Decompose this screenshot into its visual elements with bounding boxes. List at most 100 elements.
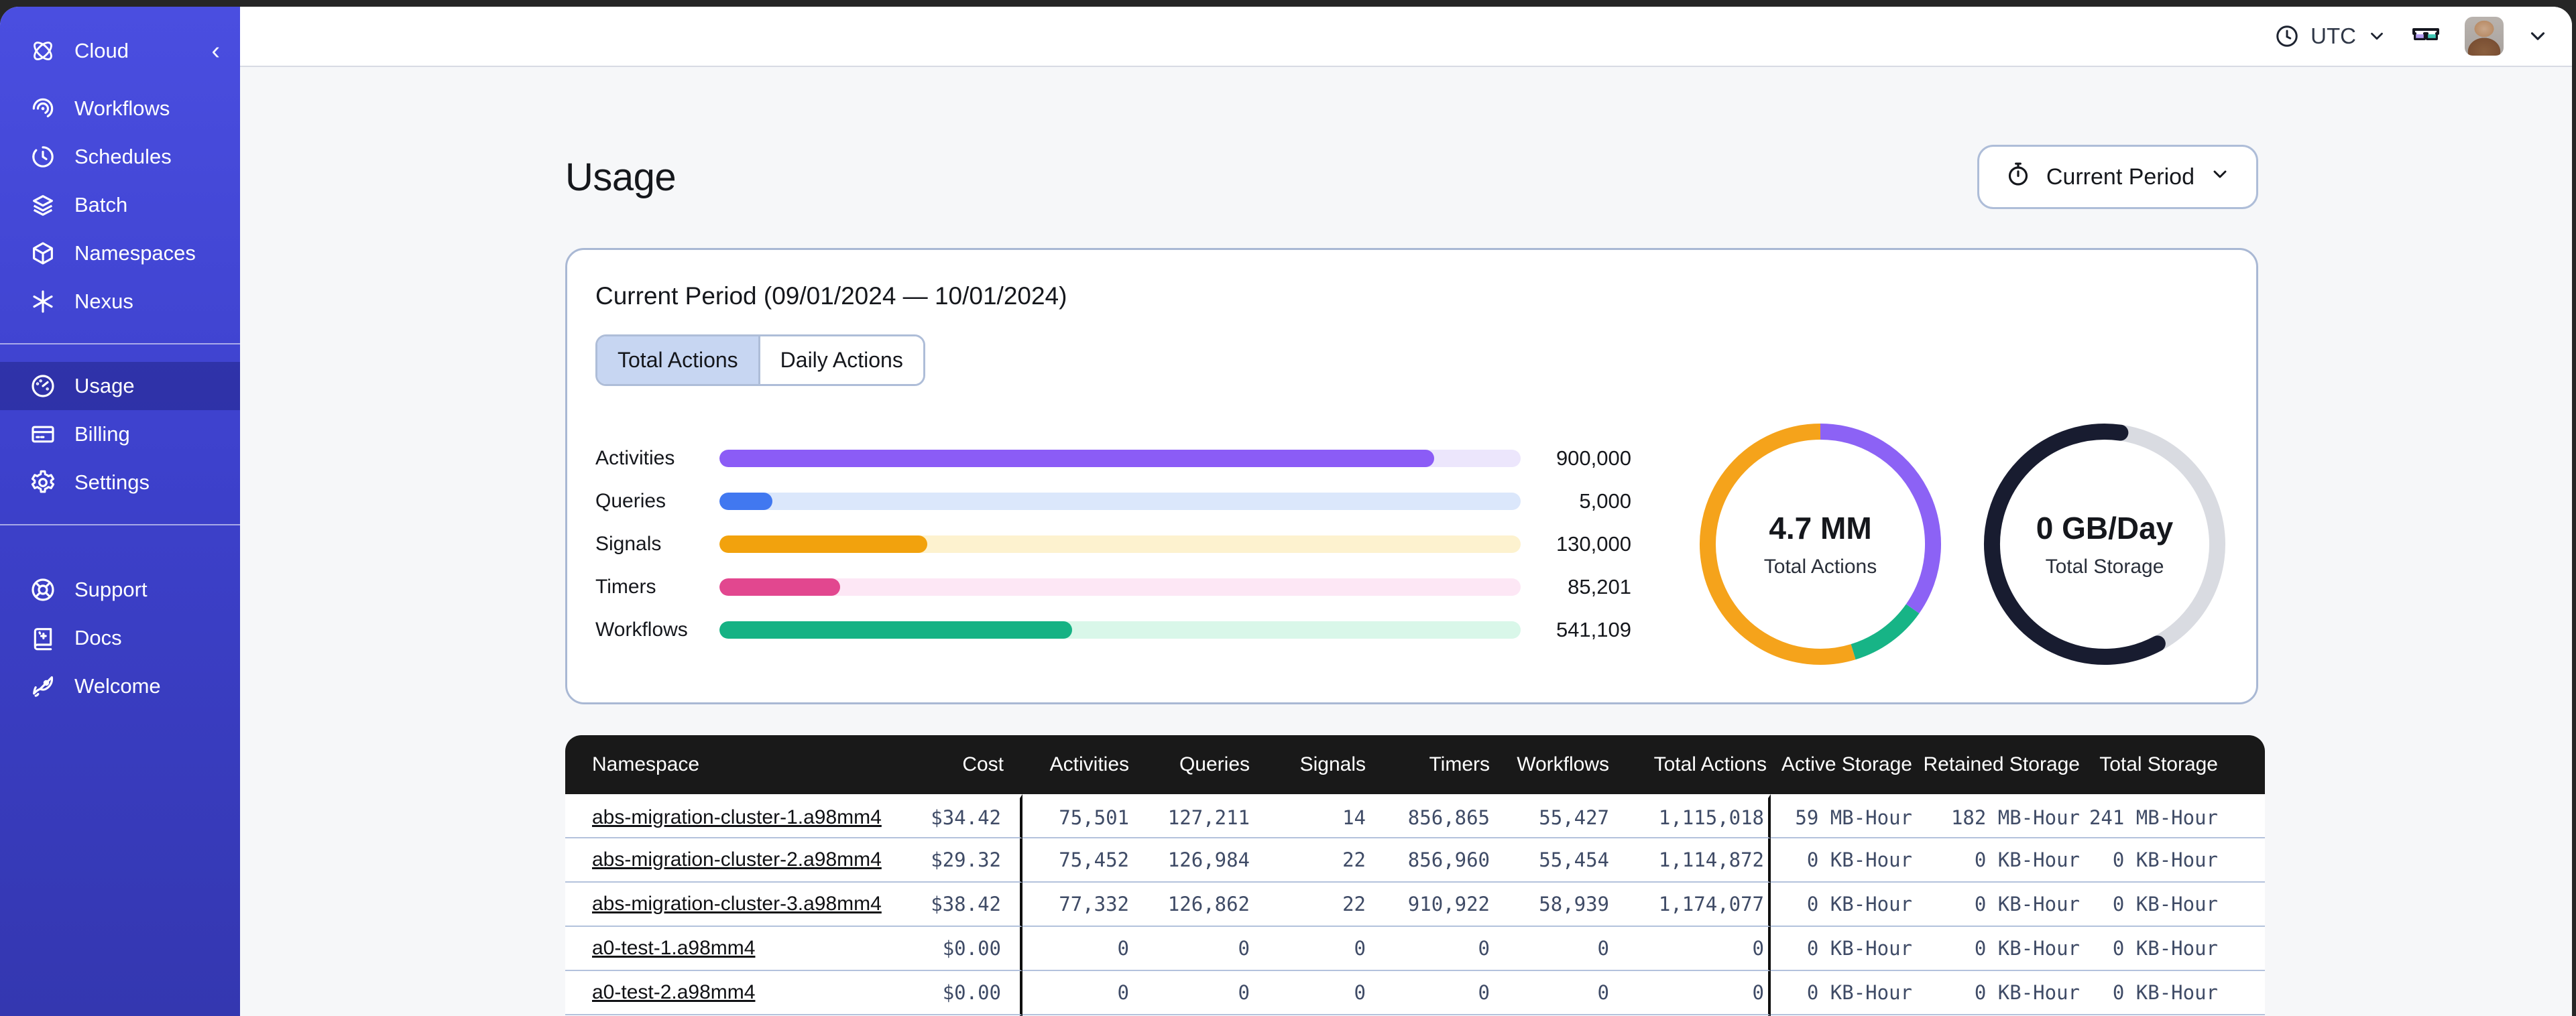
current-period-card: Current Period (09/01/2024 — 10/01/2024)… [565,248,2258,704]
tab-daily-actions[interactable]: Daily Actions [760,336,923,384]
welcome-rocket-icon [30,673,56,700]
feedback-glasses-icon[interactable] [2410,20,2442,52]
stopwatch-icon [2005,161,2032,194]
table-row: abs-migration-cluster-3.a98mm4 $38.42 77,3… [565,883,2265,927]
sidebar-item-welcome[interactable]: Welcome [0,662,240,710]
table-row: a0-test-1.a98mm4 $0.00 0 0 0 0 0 0 0 KB-Hour 0 KB… [565,927,2265,971]
sidebar-item-nexus[interactable]: Nexus [0,277,240,326]
usage-page: Usage Current Period Current Period (09/… [240,67,2572,1016]
cell-cost: $29.32 [931,838,1022,883]
cell-retained_storage: 182 MB-Hour [1916,794,2084,838]
namespace-usage-table: Namespace Cost Activities Queries Signals Tim… [565,735,2265,1016]
bar-value: 5,000 [1579,489,1631,513]
sidebar-item-label: Settings [74,470,150,494]
usage-bar-row: Signals 130,000 [595,523,1631,566]
column-header-cost: Cost [931,735,1022,794]
settings-gear-icon [30,469,56,496]
tab-total-actions[interactable]: Total Actions [597,336,760,384]
cell-active_storage: 0 KB-Hour [1771,883,1916,927]
support-lifebuoy-icon [30,576,56,603]
bar-fill [719,621,1072,639]
cell-activities: 75,452 [1022,838,1133,883]
sidebar-item-settings[interactable]: Settings [0,458,240,507]
cell-activities: 0 [1022,971,1133,1015]
cell-timers: 910,922 [1370,883,1494,927]
account-chevron-down-icon[interactable] [2526,25,2549,48]
column-header-activities: Activities [1022,735,1133,794]
sidebar-item-label: Usage [74,374,135,397]
sidebar: Cloud ‹ Workflows Schedules Batch Namesp… [0,7,240,1016]
usage-bar-row: Workflows 541,109 [595,609,1631,651]
cell-active_storage: 0 KB-Hour [1771,971,1916,1015]
cell-total_storage: 0 KB-Hour [2084,971,2265,1015]
cell-total_storage: 241 MB-Hour [2084,794,2265,838]
namespace-link[interactable]: abs-migration-cluster-3.a98mm4 [592,893,882,915]
table-row: abs-migration-cluster-1.a98mm4 $34.42 75,5… [565,794,2265,838]
bar-label: Queries [595,490,666,512]
cell-signals: 0 [1254,971,1370,1015]
bar-label: Workflows [595,619,688,641]
namespace-link[interactable]: abs-migration-cluster-1.a98mm4 [592,806,882,828]
sidebar-item-billing[interactable]: Billing [0,410,240,458]
total-storage-caption: Total Storage [2045,556,2164,578]
usage-bar-row: Timers 85,201 [595,566,1631,609]
sidebar-item-label: Workflows [74,97,170,120]
table-row: a0-test-2.a98mm4 $0.00 0 0 0 0 0 0 0 KB-Hour 0 KB… [565,971,2265,1015]
sidebar-collapse-icon[interactable]: ‹ [211,38,220,64]
namespace-link[interactable]: a0-test-2.a98mm4 [592,981,755,1003]
namespace-link[interactable]: a0-test-1.a98mm4 [592,937,755,959]
nexus-asterisk-icon [30,288,56,315]
sidebar-item-cloud[interactable]: Cloud ‹ [0,27,240,75]
sidebar-item-workflows[interactable]: Workflows [0,84,240,133]
chevron-down-icon [2367,26,2387,46]
usage-bar-row: Activities 900,000 [595,437,1631,480]
main-area: UTC Usage Current Period Current Period … [240,7,2572,1016]
sidebar-item-schedules[interactable]: Schedules [0,133,240,181]
namespace-link[interactable]: abs-migration-cluster-2.a98mm4 [592,848,882,871]
namespaces-cube-icon [30,240,56,267]
clock-icon [2274,23,2300,49]
sidebar-item-label: Nexus [74,290,133,313]
timezone-label: UTC [2310,23,2356,48]
cell-total_storage: 0 KB-Hour [2084,838,2265,883]
sidebar-item-batch[interactable]: Batch [0,181,240,229]
column-header-workflows: Workflows [1494,735,1613,794]
bar-label: Timers [595,576,656,598]
total-storage-value: 0 GB/Day [2036,511,2174,546]
sidebar-item-usage[interactable]: Usage [0,362,240,410]
bar-value: 900,000 [1556,446,1631,470]
cell-workflows: 58,939 [1494,883,1613,927]
column-header-queries: Queries [1133,735,1254,794]
cell-queries: 127,211 [1133,794,1254,838]
cell-cost: $34.42 [931,794,1022,838]
sidebar-item-support[interactable]: Support [0,566,240,614]
cell-cost: $38.42 [931,883,1022,927]
cell-total_actions: 1,114,872 [1613,838,1771,883]
cell-queries: 0 [1133,971,1254,1015]
column-header-total_storage: Total Storage [2084,735,2265,794]
table-header-row: Namespace Cost Activities Queries Signals Tim… [565,735,2265,794]
cell-namespace: abs-migration-cluster-2.a98mm4 [565,838,931,883]
cell-namespace: a0-test-1.a98mm4 [565,927,931,971]
cell-cost: $0.00 [931,971,1022,1015]
cell-namespace: a0-test-2.a98mm4 [565,971,931,1015]
cell-signals: 22 [1254,883,1370,927]
usage-gauge-icon [30,373,56,399]
cell-queries: 126,984 [1133,838,1254,883]
sidebar-item-namespaces[interactable]: Namespaces [0,229,240,277]
timezone-picker[interactable]: UTC [2274,23,2387,49]
batch-layers-icon [30,192,56,218]
period-selector-label: Current Period [2046,164,2194,190]
sidebar-divider [0,524,240,525]
cell-namespace: abs-migration-cluster-3.a98mm4 [565,883,931,927]
sidebar-item-label: Welcome [74,674,161,698]
period-selector-button[interactable]: Current Period [1977,145,2258,209]
bar-fill [719,493,772,510]
page-header-row: Usage Current Period [565,145,2258,209]
avatar[interactable] [2465,17,2504,56]
usage-bar-row: Queries 5,000 [595,480,1631,523]
cell-active_storage: 59 MB-Hour [1771,794,1916,838]
sidebar-item-docs[interactable]: Docs [0,614,240,662]
cell-queries: 126,862 [1133,883,1254,927]
total-actions-donut: 4.7 MM Total Actions [1696,420,1945,669]
